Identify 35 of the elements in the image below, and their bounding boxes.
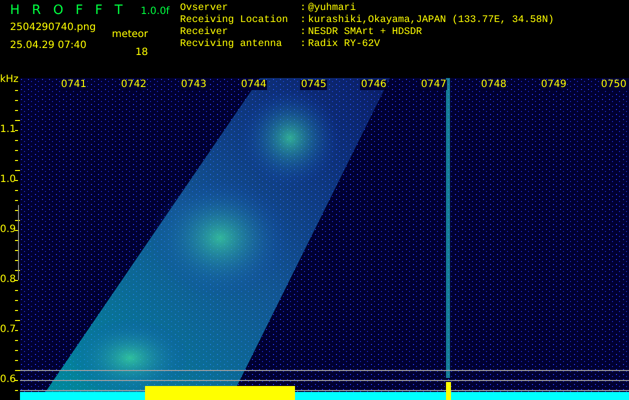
time-tick-label: 0747 bbox=[420, 80, 448, 90]
y-tick-label: 1.0 bbox=[0, 175, 16, 185]
y-tick-label: 0.8 bbox=[0, 275, 16, 285]
file-name: 2504290740.png bbox=[10, 22, 96, 34]
time-tick-label: 0745 bbox=[300, 80, 328, 90]
y-tick-label: 1.1 bbox=[0, 125, 16, 135]
time-tick-label: 0744 bbox=[240, 80, 268, 90]
y-tick-label: 0.6 bbox=[0, 375, 16, 385]
unit-label: kHz bbox=[0, 74, 19, 85]
separator: : bbox=[300, 27, 308, 39]
time-tick-label: 0746 bbox=[360, 80, 388, 90]
version-label: 1.0.0f bbox=[140, 6, 170, 17]
info-value: Radix RY-62V bbox=[308, 39, 380, 51]
info-label: Recviving antenna bbox=[180, 39, 284, 51]
separator: : bbox=[300, 15, 308, 27]
date-time: 25.04.29 07:40 bbox=[10, 40, 88, 52]
info-value: NESDR SMArt + HDSDR bbox=[308, 27, 422, 38]
info-value: kurashiki,Okayama,JAPAN (133.77E, 34.58N) bbox=[308, 15, 554, 27]
info-label: Receiving Location bbox=[180, 15, 290, 26]
info-label: Ovserver bbox=[180, 3, 230, 14]
time-tick-label: 0742 bbox=[120, 80, 148, 90]
count-label: 18 bbox=[135, 47, 148, 59]
time-tick-label: 0750 bbox=[600, 80, 628, 90]
time-tick-label: 0748 bbox=[480, 80, 508, 90]
y-tick-label: 0.9 bbox=[0, 225, 16, 235]
app-logo: H R O F F T bbox=[10, 3, 127, 18]
info-value: @yuhmari bbox=[308, 3, 356, 14]
time-tick-label: 0741 bbox=[60, 80, 88, 90]
info-label: Receiver bbox=[180, 27, 230, 38]
category-label: meteor bbox=[112, 29, 148, 41]
time-tick-label: 0749 bbox=[540, 80, 568, 90]
separator: : bbox=[300, 3, 308, 15]
time-tick-label: 0743 bbox=[180, 80, 208, 90]
separator: : bbox=[300, 39, 308, 51]
y-tick-label: 0.7 bbox=[0, 325, 16, 335]
